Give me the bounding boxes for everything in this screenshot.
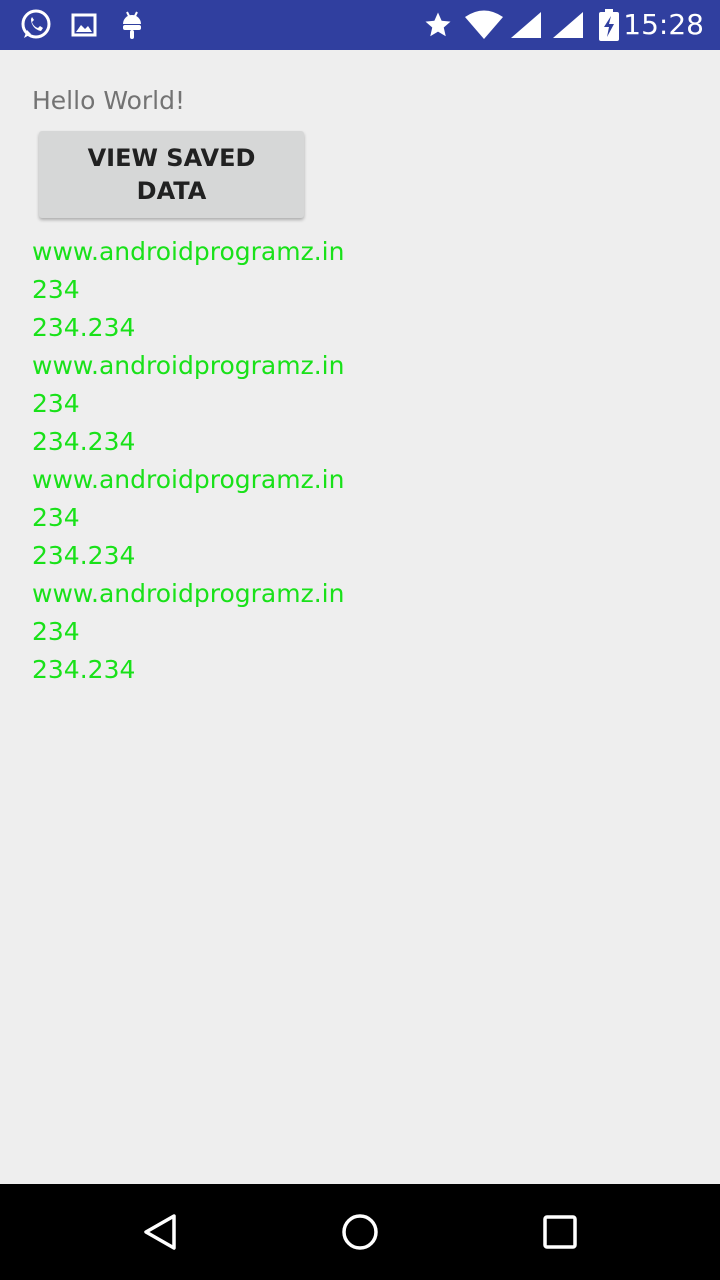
record-url: www.androidprogramz.in	[32, 237, 345, 266]
status-bar: 15:28	[0, 0, 720, 50]
back-icon[interactable]	[100, 1184, 220, 1280]
record-int-value: 234	[32, 617, 80, 646]
signal-icon	[548, 0, 588, 50]
record-url: www.androidprogramz.in	[32, 465, 345, 494]
android-debug-icon	[116, 0, 148, 50]
battery-charging-icon	[594, 0, 624, 50]
navigation-bar	[0, 1184, 720, 1280]
status-clock: 15:28	[623, 8, 704, 41]
record-float-value: 234.234	[32, 541, 136, 570]
view-saved-data-button[interactable]: VIEW SAVED DATA	[39, 131, 304, 218]
whatsapp-icon	[16, 0, 56, 50]
signal-icon	[506, 0, 546, 50]
image-icon	[68, 0, 100, 50]
record-float-value: 234.234	[32, 655, 136, 684]
record-url: www.androidprogramz.in	[32, 579, 345, 608]
record-int-value: 234	[32, 275, 80, 304]
wifi-icon	[462, 0, 506, 50]
record-float-value: 234.234	[32, 427, 136, 456]
home-icon[interactable]	[300, 1184, 420, 1280]
main-content: Hello World! VIEW SAVED DATA www.android…	[0, 50, 720, 1184]
star-icon	[420, 0, 456, 50]
recents-icon[interactable]	[500, 1184, 620, 1280]
hello-text: Hello World!	[32, 86, 185, 115]
record-float-value: 234.234	[32, 313, 136, 342]
record-int-value: 234	[32, 503, 80, 532]
record-url: www.androidprogramz.in	[32, 351, 345, 380]
saved-data-list: www.androidprogramz.in 234 234.234 www.a…	[32, 233, 712, 689]
record-int-value: 234	[32, 389, 80, 418]
